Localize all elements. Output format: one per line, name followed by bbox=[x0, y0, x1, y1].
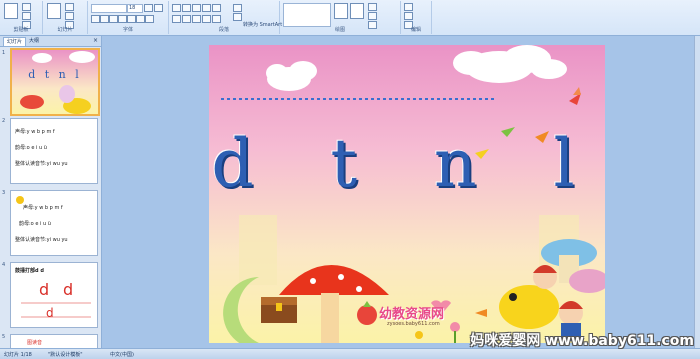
current-slide[interactable]: d t n l 幼教资源网 zysoes.baby611.com bbox=[209, 45, 605, 343]
thumb-number: 2 bbox=[2, 118, 6, 124]
paste-icon[interactable] bbox=[4, 3, 18, 19]
slide-thumbnail-2[interactable]: 声母:y w b p m f 韵母:o e i u ü 整体认读音节:yi wu… bbox=[10, 118, 98, 184]
slides-group: 幻灯片 bbox=[43, 1, 88, 34]
logo-url: zysoes.baby611.com bbox=[387, 321, 440, 327]
thumb-number: 4 bbox=[2, 262, 6, 268]
treasure-chest bbox=[261, 297, 297, 323]
svg-text:d: d bbox=[63, 280, 73, 299]
thumb3-line2: 韵母:o e i u ü bbox=[19, 221, 51, 227]
bird-red bbox=[569, 87, 581, 105]
find-icon[interactable] bbox=[404, 3, 413, 11]
font-group-label: 字体 bbox=[122, 27, 133, 33]
clipboard-group-label: 剪贴板 bbox=[13, 27, 29, 33]
slide-title[interactable]: d t n l bbox=[209, 125, 605, 202]
svg-text:d: d bbox=[46, 306, 54, 320]
char-spacing-icon[interactable] bbox=[136, 15, 145, 23]
align-center-icon[interactable] bbox=[182, 15, 191, 23]
font-size-value: 18 bbox=[129, 5, 136, 11]
align-right-icon[interactable] bbox=[192, 15, 201, 23]
new-slide-icon[interactable] bbox=[47, 3, 61, 19]
thumb-number: 1 bbox=[2, 50, 6, 56]
theme-name: "默认设计模板" bbox=[48, 352, 83, 358]
reset-icon[interactable] bbox=[65, 12, 74, 20]
thumb-number: 5 bbox=[2, 334, 6, 340]
slides-group-label: 幻灯片 bbox=[57, 27, 73, 33]
thumb3-line1: 声母:y w b p m f bbox=[23, 205, 63, 211]
text-direction-icon[interactable] bbox=[233, 4, 242, 12]
thumb3-line3: 整体认读音节:yi wu yu bbox=[15, 237, 68, 243]
editing-group: 编辑 bbox=[401, 1, 432, 34]
panel-tabs: 幻灯片 大纲 × bbox=[0, 36, 101, 47]
decrease-indent-icon[interactable] bbox=[192, 4, 201, 12]
shrink-font-icon[interactable] bbox=[154, 4, 163, 12]
increase-indent-icon[interactable] bbox=[202, 4, 211, 12]
copy-icon[interactable] bbox=[22, 12, 31, 20]
close-panel-icon[interactable]: × bbox=[93, 37, 98, 44]
line-spacing-icon[interactable] bbox=[212, 4, 221, 12]
editing-group-label: 编辑 bbox=[410, 27, 421, 33]
cut-icon[interactable] bbox=[22, 3, 31, 11]
shadow-icon[interactable] bbox=[118, 15, 127, 23]
grow-font-icon[interactable] bbox=[144, 4, 153, 12]
slide-thumbnail-3[interactable]: 声母:y w b p m f 韵母:o e i u ü 整体认读音节:yi wu… bbox=[10, 190, 98, 256]
align-left-icon[interactable] bbox=[172, 15, 181, 23]
strikethrough-icon[interactable] bbox=[127, 15, 136, 23]
language-status: 中文(中国) bbox=[110, 352, 134, 358]
ribbon: 剪贴板 幻灯片 18 字体 转换为 SmartArt 段落 绘图 编辑 bbox=[0, 0, 700, 36]
shape-outline-icon[interactable] bbox=[368, 12, 377, 20]
underline-icon[interactable] bbox=[109, 15, 118, 23]
thumb-number: 3 bbox=[2, 190, 6, 196]
svg-text:d: d bbox=[39, 280, 49, 299]
duck-character bbox=[475, 285, 559, 329]
cloud-left bbox=[266, 61, 317, 91]
font-name-combo[interactable] bbox=[91, 4, 127, 13]
slide-thumbnail-1[interactable]: d t n l bbox=[10, 48, 100, 116]
thumb5-line1: 图读音 bbox=[27, 340, 43, 346]
bold-icon[interactable] bbox=[91, 15, 100, 23]
columns-icon[interactable] bbox=[212, 15, 221, 23]
tab-outline[interactable]: 大纲 bbox=[26, 37, 42, 45]
font-size-combo[interactable]: 18 bbox=[127, 4, 143, 13]
thumb2-line3: 整体认读音节:yi wu yu bbox=[15, 161, 68, 167]
quick-styles-icon[interactable] bbox=[350, 3, 364, 19]
drawing-group: 绘图 bbox=[280, 1, 401, 34]
italic-icon[interactable] bbox=[100, 15, 109, 23]
thumb1-decor bbox=[20, 51, 95, 114]
layout-icon[interactable] bbox=[65, 3, 74, 11]
bullets-icon[interactable] bbox=[172, 4, 181, 12]
thumb2-line1: 声母:y w b p m f bbox=[15, 129, 55, 135]
slide-thumbnail-4[interactable]: 鼓捶打部d d d d d bbox=[10, 262, 98, 328]
justify-icon[interactable] bbox=[202, 15, 211, 23]
thumb4-letters: d d d bbox=[21, 280, 91, 320]
kid-character-1 bbox=[533, 265, 557, 289]
font-color-icon[interactable] bbox=[145, 15, 154, 23]
logo-text: 幼教资源网 bbox=[379, 307, 445, 322]
vertical-scrollbar[interactable] bbox=[694, 36, 700, 348]
slides-panel: 幻灯片 大纲 × 1 d t n l 2 声母:y w b p m f 韵母:o… bbox=[0, 36, 102, 350]
paragraph-group: 转换为 SmartArt 段落 bbox=[169, 1, 282, 34]
thumb1-title: d t n l bbox=[28, 68, 82, 81]
cloud-right bbox=[453, 45, 567, 83]
watermark: 妈咪爱婴网 www.baby611.com bbox=[470, 333, 694, 349]
shapes-gallery[interactable] bbox=[283, 3, 331, 27]
thumb2-line2: 韵母:o e i u ü bbox=[15, 145, 47, 151]
font-group: 18 字体 bbox=[88, 1, 169, 34]
drawing-group-label: 绘图 bbox=[334, 27, 345, 33]
replace-icon[interactable] bbox=[404, 12, 413, 20]
paragraph-group-label: 段落 bbox=[218, 27, 229, 33]
tab-slides[interactable]: 幻灯片 bbox=[3, 37, 27, 46]
moon-pink bbox=[457, 225, 515, 289]
slide-counter: 幻灯片 1/18 bbox=[4, 352, 32, 358]
shape-fill-icon[interactable] bbox=[368, 3, 377, 11]
arrange-icon[interactable] bbox=[334, 3, 348, 19]
numbering-icon[interactable] bbox=[182, 4, 191, 12]
thumb4-line1: 鼓捶打部d d bbox=[15, 268, 44, 274]
align-text-icon[interactable] bbox=[233, 13, 242, 21]
clipboard-group: 剪贴板 bbox=[0, 1, 43, 34]
